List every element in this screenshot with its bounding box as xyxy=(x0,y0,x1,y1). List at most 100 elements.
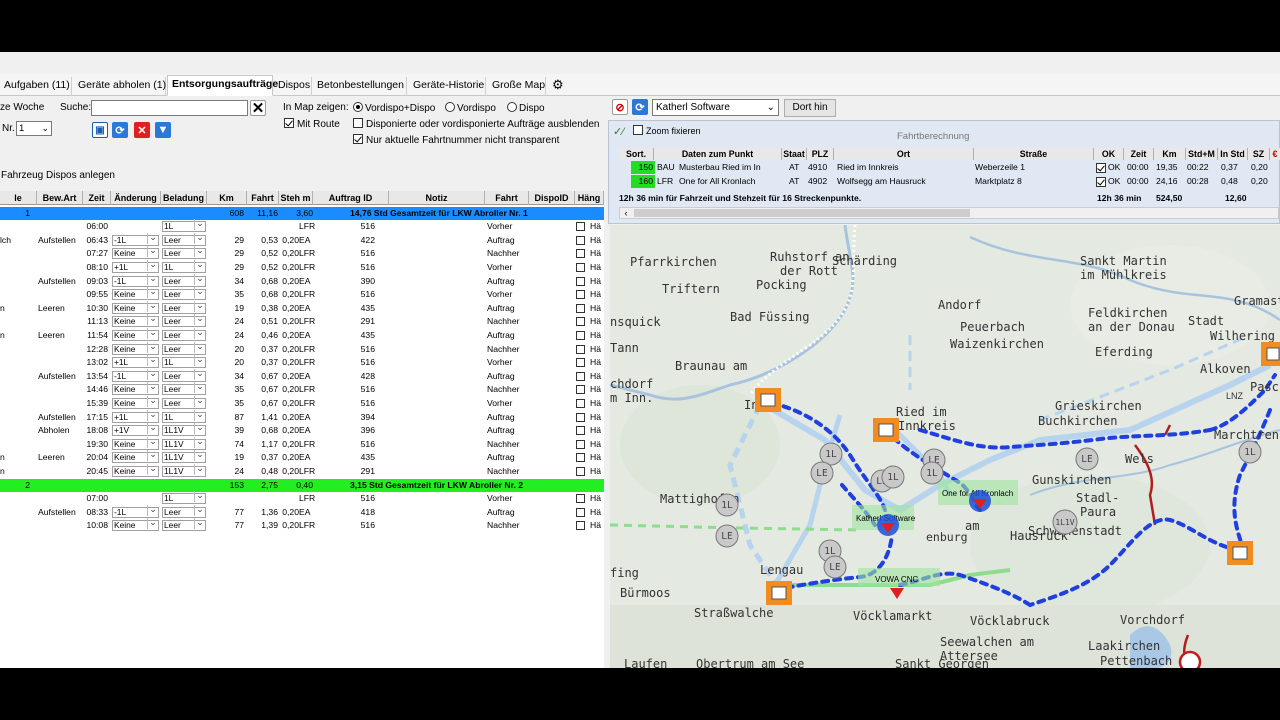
haenger-checkbox[interactable] xyxy=(576,494,585,504)
aenderung-select[interactable]: Keine xyxy=(112,382,159,396)
beladung-select[interactable]: 1L xyxy=(162,259,206,273)
col-sort[interactable]: Sort. xyxy=(619,148,654,160)
horizontal-scrollbar[interactable]: ‹ xyxy=(619,207,1279,219)
table-row[interactable]: Abholen 18:08 39 0,68 0,20EA 396 Auftrag Hä +1V1… xyxy=(0,423,604,438)
tab-aufgaben[interactable]: Aufgaben (11) xyxy=(0,77,72,96)
column-header[interactable]: Änderung xyxy=(111,191,161,205)
chevron-left-icon[interactable]: ‹ xyxy=(620,208,632,218)
haenger-checkbox[interactable] xyxy=(576,371,585,381)
vehicle-summary-row[interactable]: 2 153 2,75 0,40 3,15 Std Gesamtzeit für LKW … xyxy=(0,478,604,493)
column-header[interactable]: Km xyxy=(207,191,247,205)
tab-entsorgungsauftraege[interactable]: Entsorgungsaufträge xyxy=(167,75,278,96)
column-header[interactable]: Häng xyxy=(575,191,604,205)
table-row[interactable]: 09:55 35 0,68 0,20LFR 516 Vorher Hä KeineLeer xyxy=(0,287,604,302)
table-row[interactable]: Aufstellen 13:54 34 0,67 0,20 EA 428 Auftrag Hä -… xyxy=(0,368,604,384)
table-row[interactable]: n Leeren 11:54 24 0,46 0,20 EA 435 Auftrag Hä Kein… xyxy=(0,327,604,343)
radio-vordispo-dispo[interactable]: Vordispo+Dispo xyxy=(353,102,435,114)
aenderung-select[interactable]: +1L xyxy=(112,409,159,423)
column-header[interactable]: Zeit xyxy=(83,191,111,205)
aenderung-select[interactable]: Keine xyxy=(112,287,159,301)
gear-icon[interactable]: ⚙ xyxy=(548,77,566,96)
radio-vordispo[interactable]: Vordispo xyxy=(445,102,496,114)
refresh-icon[interactable]: ⟳ xyxy=(112,122,128,138)
aenderung-select[interactable]: Keine xyxy=(112,314,159,328)
vehicle-summary-row[interactable]: 1 608 11,16 3,60 14,76 Std Gesamtzeit für LK… xyxy=(0,206,604,221)
refresh-map-icon[interactable]: ⟳ xyxy=(632,99,648,115)
route-ok-checkbox[interactable] xyxy=(1096,177,1106,187)
beladung-select[interactable]: Leer xyxy=(162,504,206,518)
aenderung-select[interactable]: Keine xyxy=(112,341,159,355)
aenderung-select[interactable]: Keine xyxy=(112,450,159,464)
search-input[interactable] xyxy=(91,100,248,116)
aenderung-select[interactable]: -1L xyxy=(112,368,159,382)
haenger-checkbox[interactable] xyxy=(576,290,585,300)
beladung-select[interactable]: 1L xyxy=(162,219,206,233)
goto-button[interactable]: Dort hin xyxy=(784,99,836,117)
aenderung-select[interactable]: -1L xyxy=(112,273,159,287)
tab-grosse-map[interactable]: Große Map xyxy=(488,77,546,96)
beladung-select[interactable]: Leer xyxy=(162,300,206,314)
beladung-select[interactable]: Leer xyxy=(162,395,206,409)
delete-icon[interactable]: ✕ xyxy=(134,122,150,138)
aenderung-select[interactable]: Keine xyxy=(112,300,159,314)
aenderung-select[interactable]: +1L xyxy=(112,355,159,369)
aenderung-select[interactable]: Keine xyxy=(112,327,159,341)
nr-select[interactable]: 1 ⌄ xyxy=(16,121,52,136)
beladung-select[interactable]: 1L xyxy=(162,409,206,423)
hide-disponiert-checkbox[interactable]: Disponierte oder vordisponierte Aufträge… xyxy=(353,118,600,130)
table-row[interactable]: Aufstellen 17:15 87 1,41 0,20 EA 394 Auftrag Hä +… xyxy=(0,409,604,425)
col-daten[interactable]: Daten zum Punkt xyxy=(654,148,782,160)
column-header[interactable]: DispoID xyxy=(529,191,575,205)
haenger-checkbox[interactable] xyxy=(576,385,585,395)
aenderung-select[interactable]: Keine xyxy=(112,518,159,532)
col-instd[interactable]: In Std xyxy=(1218,148,1248,160)
haenger-checkbox[interactable] xyxy=(576,507,585,517)
beladung-select[interactable]: Leer xyxy=(162,287,206,301)
beladung-select[interactable]: 1L1V xyxy=(162,423,206,437)
column-header[interactable]: Auftrag ID xyxy=(313,191,389,205)
col-plz[interactable]: PLZ xyxy=(807,148,834,160)
table-row[interactable]: 13:02 20 0,37 0,20LFR 516 Vorher Hä +1L1L xyxy=(0,355,604,370)
aenderung-select[interactable]: +1L xyxy=(112,259,159,273)
table-row[interactable]: lch Aufstellen 06:43 29 0,53 0,20 EA 422 Auftrag… xyxy=(0,232,604,248)
column-header[interactable]: Notiz xyxy=(389,191,485,205)
haenger-checkbox[interactable] xyxy=(576,439,585,449)
aenderung-select[interactable]: Keine xyxy=(112,436,159,450)
haenger-checkbox[interactable] xyxy=(576,426,585,436)
beladung-select[interactable]: 1L1V xyxy=(162,463,206,477)
col-ok[interactable]: OK xyxy=(1094,148,1124,160)
beladung-select[interactable]: 1L1V xyxy=(162,436,206,450)
aenderung-select[interactable]: +1V xyxy=(112,423,159,437)
tab-geraete-historie[interactable]: Geräte-Historie xyxy=(409,77,486,96)
table-row[interactable]: 19:30 74 1,17 0,20LFR 516 Nachher Hä Keine1L1V xyxy=(0,436,604,452)
col-ort[interactable]: Ort xyxy=(834,148,974,160)
table-row[interactable]: 15:39 35 0,67 0,20LFR 516 Vorher Hä KeineLeer xyxy=(0,395,604,411)
table-row[interactable]: n Leeren 10:30 19 0,38 0,20 EA 435 Auftrag Hä Kein… xyxy=(0,300,604,316)
haenger-checkbox[interactable] xyxy=(576,222,585,232)
company-select[interactable]: Katherl Software ⌄ xyxy=(652,99,779,116)
filter-icon[interactable]: ▼ xyxy=(155,122,171,138)
route-sort[interactable]: 160 xyxy=(631,175,655,188)
haenger-checkbox[interactable] xyxy=(576,249,585,259)
column-header[interactable]: Fahrt xyxy=(485,191,529,205)
beladung-select[interactable]: Leer xyxy=(162,327,206,341)
haenger-checkbox[interactable] xyxy=(576,235,585,245)
save-icon[interactable]: ▣ xyxy=(92,122,108,138)
column-header[interactable]: Bew.Art xyxy=(37,191,83,205)
create-dispos-link[interactable]: Fahrzeug Dispos anlegen xyxy=(1,170,115,181)
haenger-checkbox[interactable] xyxy=(576,303,585,313)
table-row[interactable]: 14:46 35 0,67 0,20LFR 516 Nachher Hä KeineLeer xyxy=(0,382,604,397)
zoom-fix-checkbox[interactable]: Zoom fixieren xyxy=(633,125,701,136)
col-strasse[interactable]: Straße xyxy=(974,148,1094,160)
tab-geraete-abholen[interactable]: Geräte abholen (1) xyxy=(74,77,166,96)
beladung-select[interactable]: 1L xyxy=(162,355,206,369)
table-row[interactable]: 08:10 29 0,52 0,20LFR 516 Vorher Hä +1L1L xyxy=(0,259,604,275)
haenger-checkbox[interactable] xyxy=(576,276,585,286)
beladung-select[interactable]: Leer xyxy=(162,314,206,328)
route-off-icon[interactable]: ⊘ xyxy=(612,99,628,115)
col-stdm[interactable]: Std+M xyxy=(1186,148,1218,160)
route-ok-checkbox[interactable] xyxy=(1096,163,1106,173)
col-km[interactable]: Km xyxy=(1154,148,1186,160)
haenger-checkbox[interactable] xyxy=(576,412,585,422)
table-row[interactable]: 11:13 24 0,51 0,20LFR 291 Nachher Hä KeineLeer xyxy=(0,314,604,329)
